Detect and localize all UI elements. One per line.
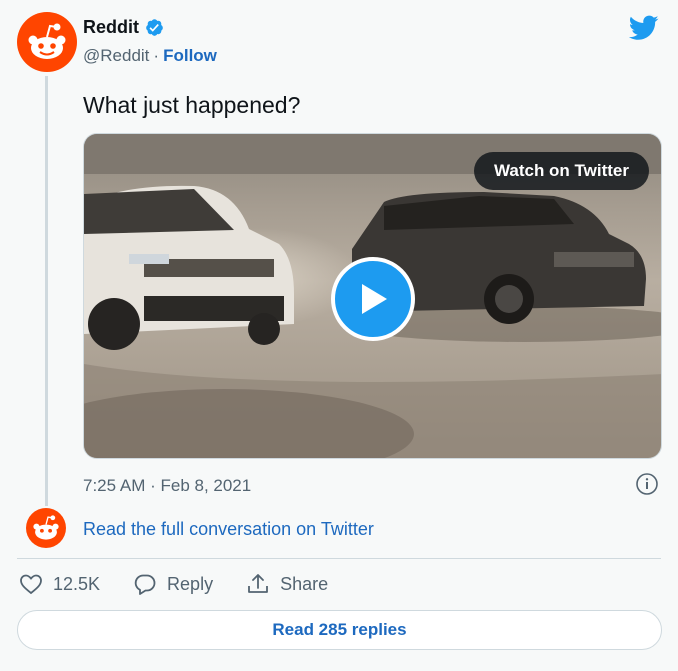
handle-separator: · (153, 46, 160, 65)
video-media[interactable]: Watch on Twitter (83, 133, 662, 459)
account-name[interactable]: Reddit (83, 17, 139, 38)
tweet-text: What just happened? (83, 92, 301, 118)
twitter-bird-icon[interactable] (629, 15, 659, 41)
watch-on-twitter-button[interactable]: Watch on Twitter (473, 152, 649, 190)
play-button[interactable] (331, 257, 415, 341)
like-count: 12.5K (53, 573, 101, 594)
read-full-conversation-link[interactable]: Read the full conversation on Twitter (83, 519, 374, 540)
handle-row: @Reddit · Follow (83, 46, 217, 66)
reddit-snoo-icon (28, 23, 66, 59)
like-button[interactable]: 12.5K (19, 572, 100, 596)
play-icon (362, 284, 387, 314)
reply-button[interactable]: Reply (133, 572, 213, 596)
embedded-tweet-card: Reddit @Reddit · Follow What just happen… (0, 0, 678, 671)
account-handle: @Reddit (83, 46, 150, 65)
share-icon (248, 574, 268, 593)
divider (17, 558, 661, 559)
heart-icon (20, 574, 42, 595)
info-icon[interactable] (635, 472, 659, 496)
thread-line (45, 76, 48, 506)
tweet-timestamp[interactable]: 7:25 AM · Feb 8, 2021 (83, 476, 251, 496)
reply-label: Reply (167, 573, 214, 594)
reply-bubble-icon (134, 574, 156, 595)
read-replies-button[interactable]: Read 285 replies (17, 610, 662, 650)
reddit-small-avatar[interactable] (26, 508, 66, 548)
verified-badge-icon (146, 19, 163, 36)
follow-button[interactable]: Follow (163, 46, 217, 66)
reddit-avatar[interactable] (17, 12, 77, 72)
reddit-snoo-small-icon (33, 515, 59, 540)
share-button[interactable]: Share (246, 572, 328, 596)
share-label: Share (280, 573, 329, 594)
account-name-row: Reddit (83, 17, 164, 38)
action-bar: 12.5K Reply Share (19, 572, 361, 596)
